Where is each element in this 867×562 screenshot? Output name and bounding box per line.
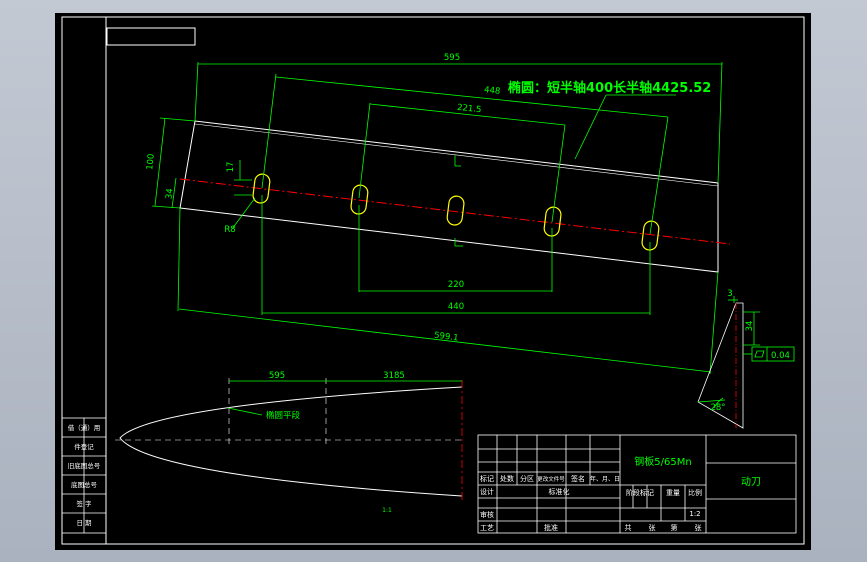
flatness-value: 0.04 bbox=[771, 351, 790, 361]
tb-role-standard: 标准化 bbox=[549, 487, 570, 496]
tb-role-design: 设计 bbox=[480, 487, 494, 496]
dim-bottom-outer: 440 bbox=[448, 302, 464, 312]
tb-header-6: 年、月、日 bbox=[590, 475, 620, 483]
section-height: 34 bbox=[745, 321, 755, 332]
dim-slot-width: 17 bbox=[226, 162, 236, 173]
tb-role-approve: 批准 bbox=[544, 523, 558, 532]
strip-row-5: 签 字 bbox=[76, 499, 92, 508]
tb-part-name: 动刀 bbox=[741, 476, 761, 488]
tb-sheet-3: 第 bbox=[671, 523, 678, 532]
tb-sheet-4: 张 bbox=[695, 523, 702, 532]
dim-height-hole-axis: 34 bbox=[164, 188, 175, 200]
lower-dim-left: 595 bbox=[269, 371, 285, 381]
tb-sheet-1: 共 bbox=[625, 523, 632, 532]
strip-row-2: 件登记 bbox=[74, 442, 94, 451]
tb-header-1: 标记 bbox=[480, 474, 494, 483]
drawing-canvas[interactable]: 595 448 221.5 100 34 17 R8 220 440 599.1… bbox=[0, 0, 867, 562]
tb-header-5: 签名 bbox=[571, 474, 585, 483]
ellipse-flat-label: 椭圆平段 bbox=[266, 410, 301, 421]
dim-hole-span-outer: 448 bbox=[484, 85, 501, 97]
tb-scale-label: 比例 bbox=[688, 488, 702, 497]
strip-row-1: 借（通）用 bbox=[68, 423, 101, 432]
dim-bottom-inner: 220 bbox=[448, 280, 464, 290]
dim-overall-length: 595 bbox=[444, 53, 460, 63]
section-angle: 28° bbox=[710, 403, 725, 413]
dim-slot-radius: R8 bbox=[224, 225, 235, 235]
tb-header-4: 更改文件号 bbox=[537, 475, 565, 483]
strip-row-6: 日 期 bbox=[76, 519, 92, 527]
dim-height-total: 100 bbox=[145, 153, 157, 170]
tb-header-3: 分区 bbox=[520, 474, 534, 483]
tb-weight: 重量 bbox=[666, 489, 680, 497]
section-thickness: 3 bbox=[727, 289, 732, 299]
scale-note: 1:1 bbox=[382, 507, 392, 514]
strip-row-3: 旧底图总号 bbox=[68, 461, 101, 470]
tb-scale-value: 1:2 bbox=[689, 510, 700, 518]
lower-dim-right: 3185 bbox=[383, 371, 405, 381]
tb-sheet-2: 张 bbox=[649, 523, 656, 532]
tb-role-review: 审核 bbox=[480, 510, 494, 519]
cad-window: 595 448 221.5 100 34 17 R8 220 440 599.1… bbox=[0, 0, 867, 562]
tb-header-2: 处数 bbox=[500, 474, 514, 483]
tb-material: 钢板5/65Mn bbox=[634, 455, 691, 468]
tb-role-process: 工艺 bbox=[480, 524, 494, 532]
ellipse-note: 椭圆：短半轴400长半轴4425.52 bbox=[508, 80, 711, 96]
tb-stage-mark: 阶段标记 bbox=[626, 488, 654, 497]
strip-row-4: 底图总号 bbox=[71, 480, 98, 489]
